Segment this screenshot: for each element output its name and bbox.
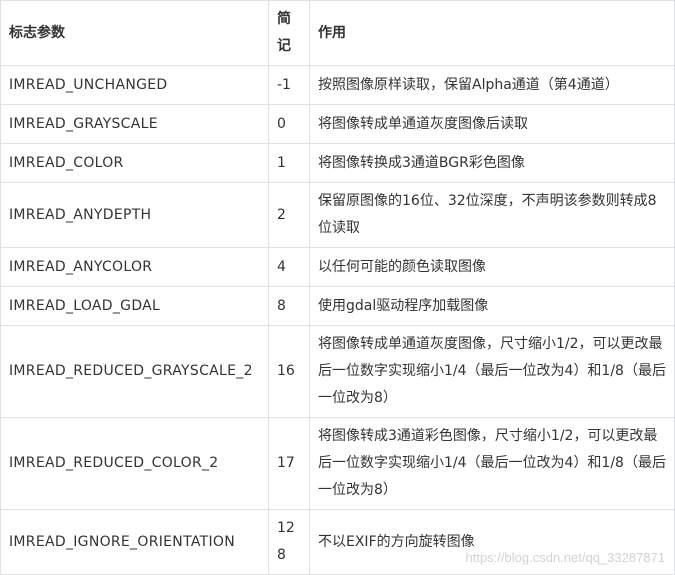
flag-cell: IMREAD_REDUCED_COLOR_2 [0, 417, 269, 510]
table-row: IMREAD_IGNORE_ORIENTATION 128 不以EXIF的方向旋… [0, 509, 675, 575]
value-cell: 16 [268, 325, 310, 418]
desc-cell: 以任何可能的颜色读取图像 [309, 247, 675, 287]
desc-cell: 将图像转成单通道灰度图像后读取 [309, 104, 675, 144]
value-cell: 8 [268, 286, 310, 326]
table-row: IMREAD_LOAD_GDAL 8 使用gdal驱动程序加载图像 [0, 286, 675, 326]
flags-table: 标志参数 简记 作用 IMREAD_UNCHANGED -1 按照图像原样读取，… [0, 0, 675, 575]
table-header-row: 标志参数 简记 作用 [0, 0, 675, 66]
flag-cell: IMREAD_LOAD_GDAL [0, 286, 269, 326]
value-cell: 1 [268, 143, 310, 183]
flag-cell: IMREAD_UNCHANGED [0, 65, 269, 105]
desc-cell: 使用gdal驱动程序加载图像 [309, 286, 675, 326]
flag-cell: IMREAD_ANYCOLOR [0, 247, 269, 287]
flag-cell: IMREAD_REDUCED_GRAYSCALE_2 [0, 325, 269, 418]
table-row: IMREAD_ANYCOLOR 4 以任何可能的颜色读取图像 [0, 247, 675, 287]
value-cell: 0 [268, 104, 310, 144]
table-row: IMREAD_GRAYSCALE 0 将图像转成单通道灰度图像后读取 [0, 104, 675, 144]
desc-cell: 不以EXIF的方向旋转图像 [309, 509, 675, 575]
flag-cell: IMREAD_GRAYSCALE [0, 104, 269, 144]
value-cell: 4 [268, 247, 310, 287]
flag-cell: IMREAD_COLOR [0, 143, 269, 183]
value-cell: -1 [268, 65, 310, 105]
value-cell: 128 [268, 509, 310, 575]
table-row: IMREAD_COLOR 1 将图像转换成3通道BGR彩色图像 [0, 143, 675, 183]
header-value: 简记 [268, 0, 310, 66]
header-desc: 作用 [309, 0, 675, 66]
desc-cell: 按照图像原样读取，保留Alpha通道（第4通道） [309, 65, 675, 105]
table-row: IMREAD_UNCHANGED -1 按照图像原样读取，保留Alpha通道（第… [0, 65, 675, 105]
desc-cell: 将图像转成单通道灰度图像，尺寸缩小1/2，可以更改最后一位数字实现缩小1/4（最… [309, 325, 675, 418]
value-cell: 2 [268, 182, 310, 248]
desc-cell: 保留原图像的16位、32位深度，不声明该参数则转成8位读取 [309, 182, 675, 248]
flag-cell: IMREAD_IGNORE_ORIENTATION [0, 509, 269, 575]
table-row: IMREAD_REDUCED_GRAYSCALE_2 16 将图像转成单通道灰度… [0, 325, 675, 418]
flag-cell: IMREAD_ANYDEPTH [0, 182, 269, 248]
desc-cell: 将图像转换成3通道BGR彩色图像 [309, 143, 675, 183]
table-row: IMREAD_ANYDEPTH 2 保留原图像的16位、32位深度，不声明该参数… [0, 182, 675, 248]
value-cell: 17 [268, 417, 310, 510]
header-flag: 标志参数 [0, 0, 269, 66]
table-row: IMREAD_REDUCED_COLOR_2 17 将图像转成3通道彩色图像，尺… [0, 417, 675, 510]
desc-cell: 将图像转成3通道彩色图像，尺寸缩小1/2，可以更改最后一位数字实现缩小1/4（最… [309, 417, 675, 510]
